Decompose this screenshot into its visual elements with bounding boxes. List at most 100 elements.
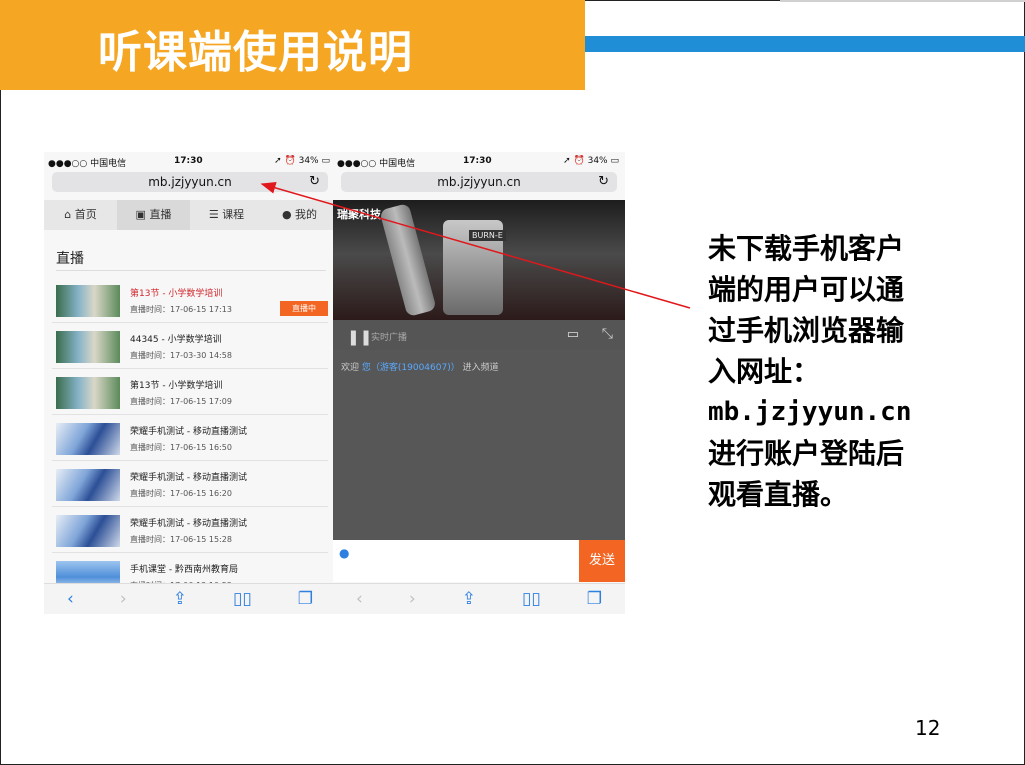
battery-percent: 34% <box>298 156 319 166</box>
status-time: 17:30 <box>174 156 203 166</box>
chat-message: 欢迎 您（游客(19004607)） 进入频道 <box>341 360 499 373</box>
note-line: 未下载手机客户 <box>708 232 905 265</box>
note-line: 观看直播。 <box>708 478 849 511</box>
tab-mine[interactable]: ● 我的 <box>263 200 336 230</box>
share-icon[interactable]: ⇪ <box>173 589 187 609</box>
battery-percent: 34% <box>587 156 608 166</box>
tabs-icon[interactable]: ❐ <box>587 589 602 609</box>
list-item[interactable]: 荣耀手机测试 - 移动直播测试 直播时间：17-06-15 15:28 <box>52 507 328 553</box>
fullscreen-icon[interactable]: ⤡ <box>602 326 613 342</box>
title-banner: 听课端使用说明 <box>0 0 585 90</box>
bookmarks-icon[interactable]: ▯▯ <box>233 589 252 609</box>
player-controls: ❚❚ 实时广播 ▭ ⤡ <box>333 320 625 350</box>
video-player[interactable]: BURN-E 瑞聚科技 <box>333 200 625 320</box>
phone-thumbnail <box>56 469 120 501</box>
realtime-label: 实时广播 <box>371 333 408 343</box>
browser-toolbar: ‹ › ⇪ ▯▯ ❐ <box>333 583 625 614</box>
send-button[interactable]: 发送 <box>579 540 625 582</box>
classroom-thumbnail <box>56 377 120 409</box>
video-frame-detail <box>379 202 437 318</box>
decorative-line <box>780 0 1025 2</box>
divider <box>56 270 326 271</box>
bookmarks-icon[interactable]: ▯▯ <box>522 589 541 609</box>
user-icon: ● <box>281 208 292 221</box>
classroom-thumbnail <box>56 331 120 363</box>
pause-icon[interactable]: ❚❚ <box>347 328 372 346</box>
tab-courses[interactable]: ☰ 课程 <box>190 200 263 230</box>
slide-title: 听课端使用说明 <box>98 27 413 78</box>
nav-tabs: ⌂ 首页 ▣ 直播 ☰ 课程 ● 我的 <box>44 200 336 230</box>
list-item[interactable]: 第13节 - 小学数学培训 直播时间：17-06-15 17:13 直播中 <box>52 277 328 323</box>
list-icon: ☰ <box>208 208 219 221</box>
item-title: 手机课堂 - 黔西南州教育局 <box>130 565 238 575</box>
tab-home[interactable]: ⌂ 首页 <box>44 200 117 230</box>
live-list: 第13节 - 小学数学培训 直播时间：17-06-15 17:13 直播中 44… <box>44 277 336 599</box>
list-item[interactable]: 第13节 - 小学数学培训 直播时间：17-06-15 17:09 <box>52 369 328 415</box>
url-text: mb.jzjyyun.cn <box>437 175 521 189</box>
item-time: 直播时间：17-06-15 16:50 <box>130 443 232 452</box>
section-title: 直播 <box>56 251 84 267</box>
item-title: 44345 - 小学数学培训 <box>130 335 222 345</box>
list-item[interactable]: 荣耀手机测试 - 移动直播测试 直播时间：17-06-15 16:20 <box>52 461 328 507</box>
logo: 瑞聚科技 <box>337 208 381 221</box>
note-line: 过手机浏览器输 <box>708 314 905 347</box>
list-item[interactable]: 荣耀手机测试 - 移动直播测试 直播时间：17-06-15 16:50 <box>52 415 328 461</box>
reload-icon[interactable]: ↻ <box>598 172 609 192</box>
item-time: 直播时间：17-06-15 15:28 <box>130 535 232 544</box>
home-icon: ⌂ <box>64 208 72 221</box>
item-title: 荣耀手机测试 - 移动直播测试 <box>130 427 247 437</box>
chat-suffix: 进入频道 <box>459 363 499 373</box>
status-bar: ●●●○○ 中国电信 17:30 ➚ ⏰ 34% ▭ <box>333 152 625 170</box>
url-bar[interactable]: mb.jzjyyun.cn ↻ <box>52 172 328 192</box>
url-bar[interactable]: mb.jzjyyun.cn ↻ <box>341 172 617 192</box>
list-item[interactable]: 44345 - 小学数学培训 直播时间：17-03-30 14:58 <box>52 323 328 369</box>
item-time: 直播时间：17-06-15 17:13 <box>130 305 232 314</box>
item-title: 荣耀手机测试 - 移动直播测试 <box>130 473 247 483</box>
carrier-label: ●●●○○ 中国电信 <box>337 159 416 169</box>
chat-input-bar[interactable]: ● 发送 <box>333 540 625 582</box>
reload-icon[interactable]: ↻ <box>309 172 320 192</box>
chat-user: 您（游客(19004607)） <box>361 363 460 373</box>
forward-icon[interactable]: › <box>120 589 127 609</box>
battery-indicator: ➚ ⏰ 34% ▭ <box>274 156 330 166</box>
tab-live-label: 直播 <box>149 208 172 221</box>
phone-screenshot-player: ●●●○○ 中国电信 17:30 ➚ ⏰ 34% ▭ mb.jzjyyun.cn… <box>333 152 625 614</box>
tabs-icon[interactable]: ❐ <box>298 589 313 609</box>
battery-indicator: ➚ ⏰ 34% ▭ <box>563 156 619 166</box>
back-icon[interactable]: ‹ <box>67 589 74 609</box>
user-icon: ● <box>339 546 350 560</box>
classroom-thumbnail <box>56 285 120 317</box>
browser-toolbar: ‹ › ⇪ ▯▯ ❐ <box>44 583 336 614</box>
phone-thumbnail <box>56 515 120 547</box>
item-title: 第13节 - 小学数学培训 <box>130 289 223 299</box>
blue-stripe <box>585 36 1025 52</box>
chat-area: 欢迎 您（游客(19004607)） 进入频道 <box>333 350 625 540</box>
instruction-note: 未下载手机客户 端的用户可以通 过手机浏览器输 入网址： mb.jzjyyun.… <box>708 228 970 515</box>
chat-prefix: 欢迎 <box>341 363 362 373</box>
page-number: 12 <box>915 716 941 740</box>
video-label: BURN-E <box>469 230 506 241</box>
share-icon[interactable]: ⇪ <box>462 589 476 609</box>
item-time: 直播时间：17-06-15 17:09 <box>130 397 232 406</box>
note-url: mb.jzjyyun.cn <box>708 397 912 427</box>
item-time: 直播时间：17-06-15 16:20 <box>130 489 232 498</box>
status-time: 17:30 <box>463 156 492 166</box>
tab-mine-label: 我的 <box>295 208 318 221</box>
tab-home-label: 首页 <box>74 208 97 221</box>
live-badge[interactable]: 直播中 <box>280 301 328 316</box>
phone-screenshot-list: ●●●○○ 中国电信 17:30 ➚ ⏰ 34% ▭ mb.jzjyyun.cn… <box>44 152 336 614</box>
phone-thumbnail <box>56 423 120 455</box>
item-title: 荣耀手机测试 - 移动直播测试 <box>130 519 247 529</box>
tab-courses-label: 课程 <box>222 208 245 221</box>
url-text: mb.jzjyyun.cn <box>148 175 232 189</box>
live-icon: ▣ <box>135 208 146 221</box>
airplay-icon[interactable]: ▭ <box>567 327 579 342</box>
forward-icon[interactable]: › <box>409 589 416 609</box>
status-bar: ●●●○○ 中国电信 17:30 ➚ ⏰ 34% ▭ <box>44 152 336 170</box>
note-line: 进行账户登陆后 <box>708 437 905 470</box>
tab-live[interactable]: ▣ 直播 <box>117 200 190 230</box>
note-line: 入网址： <box>708 355 821 388</box>
back-icon[interactable]: ‹ <box>356 589 363 609</box>
item-time: 直播时间：17-03-30 14:58 <box>130 351 232 360</box>
item-title: 第13节 - 小学数学培训 <box>130 381 223 391</box>
